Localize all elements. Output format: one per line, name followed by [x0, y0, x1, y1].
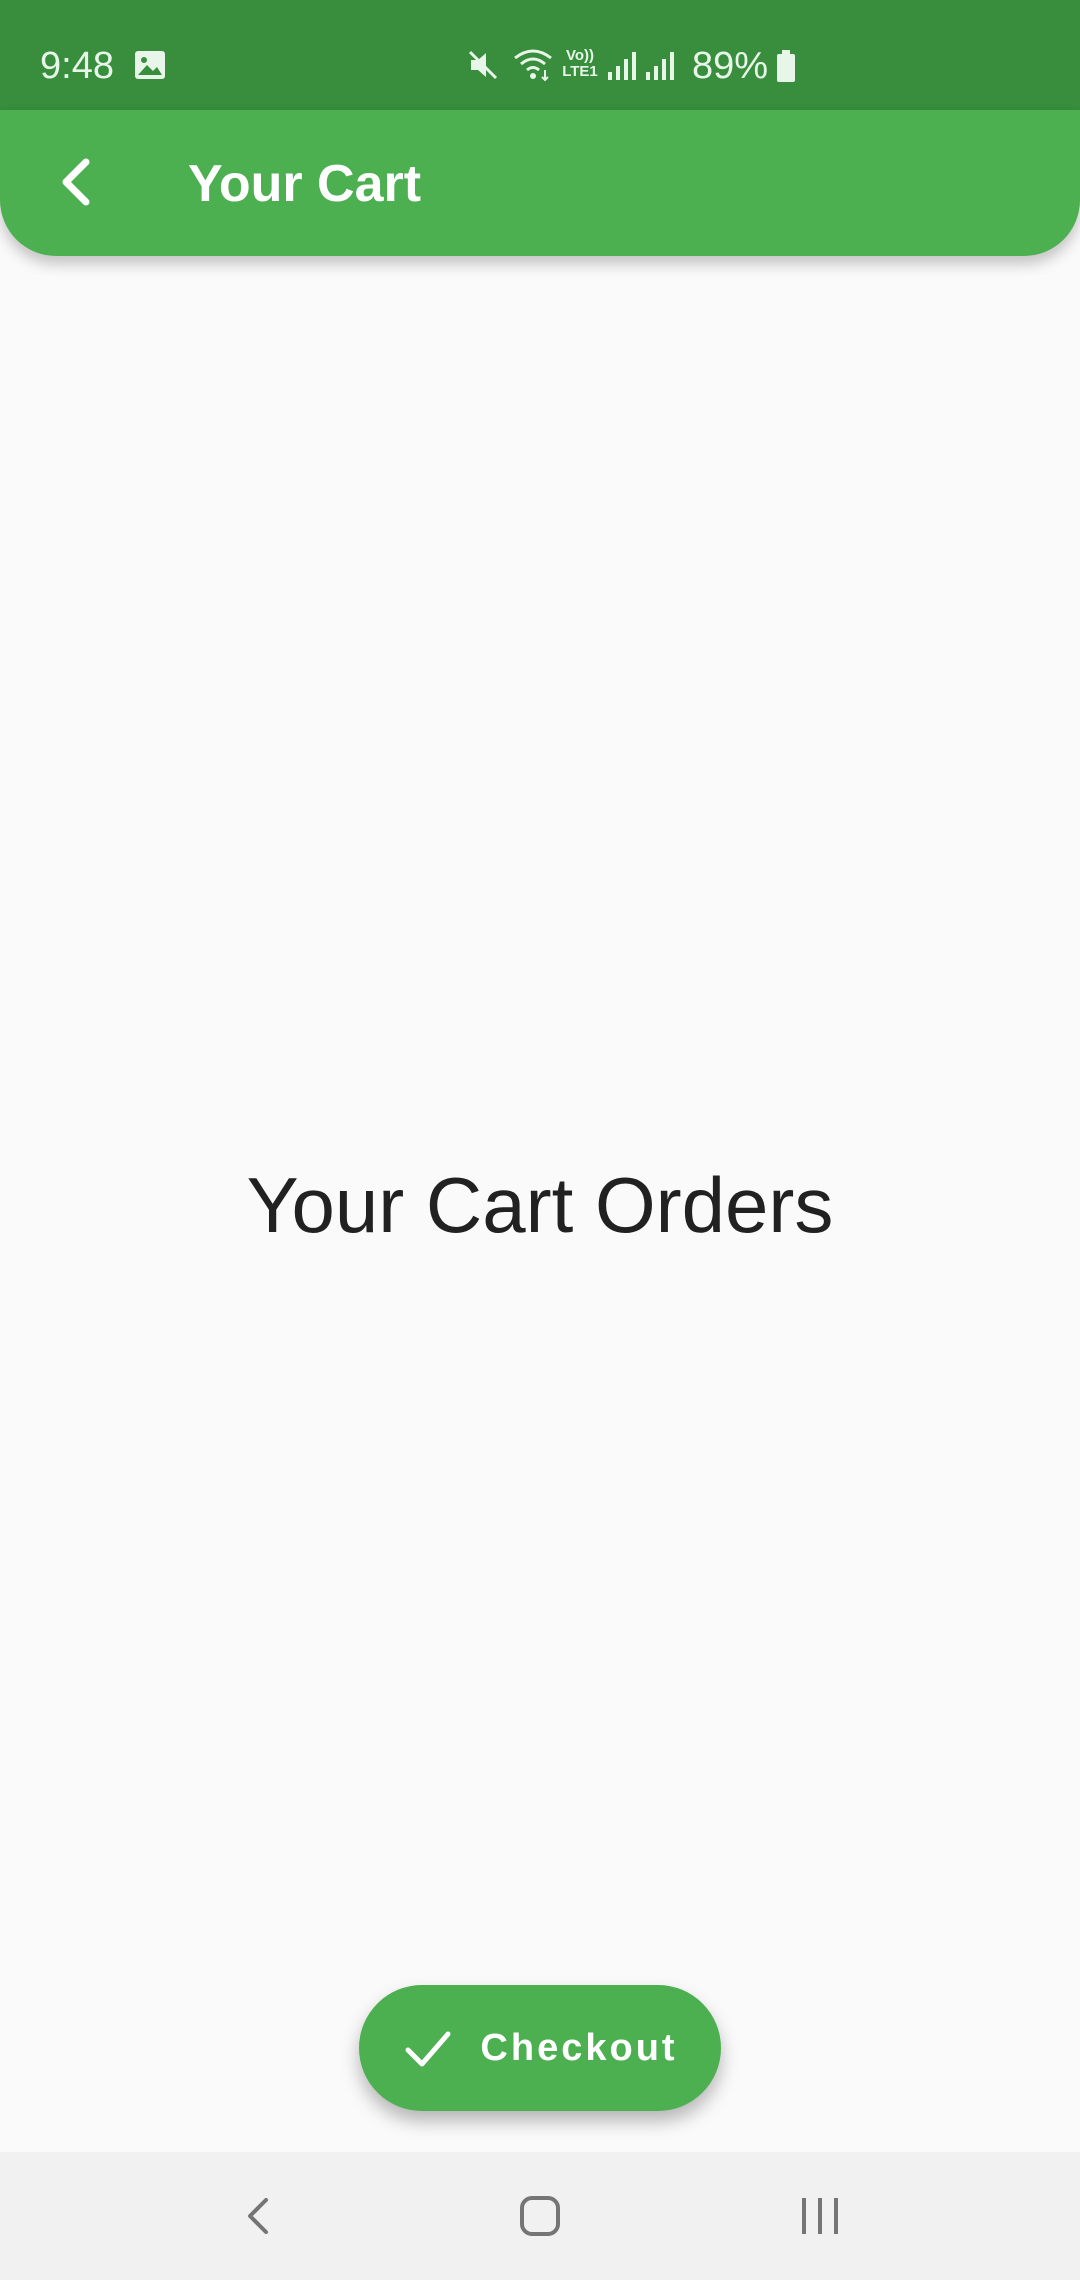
back-arrow-icon[interactable]	[40, 144, 116, 220]
status-time: 9:48	[40, 45, 114, 87]
signal-icon	[646, 52, 674, 80]
signal-icon	[608, 52, 636, 80]
nav-home-icon[interactable]	[516, 2192, 564, 2240]
navigation-bar	[0, 2152, 1080, 2280]
volte-icon: Vo)) LTE1	[562, 47, 598, 80]
mute-icon	[468, 50, 498, 80]
nav-back-icon[interactable]	[236, 2192, 284, 2240]
checkout-label: Checkout	[480, 2026, 678, 2069]
checkout-button[interactable]: Checkout	[359, 1985, 721, 2111]
cart-orders-text: Your Cart Orders	[246, 1161, 834, 1249]
battery-percentage: 89%	[692, 45, 769, 87]
status-bar: 9:48 Vo)) LTE1 89%	[0, 0, 1080, 110]
check-icon	[405, 2031, 451, 2067]
app-bar: Your Cart	[0, 110, 1080, 256]
gallery-icon	[135, 51, 165, 79]
nav-recents-icon[interactable]	[796, 2192, 844, 2240]
wifi-icon	[514, 49, 552, 82]
page-title: Your Cart	[188, 155, 422, 213]
battery-icon	[777, 50, 795, 82]
